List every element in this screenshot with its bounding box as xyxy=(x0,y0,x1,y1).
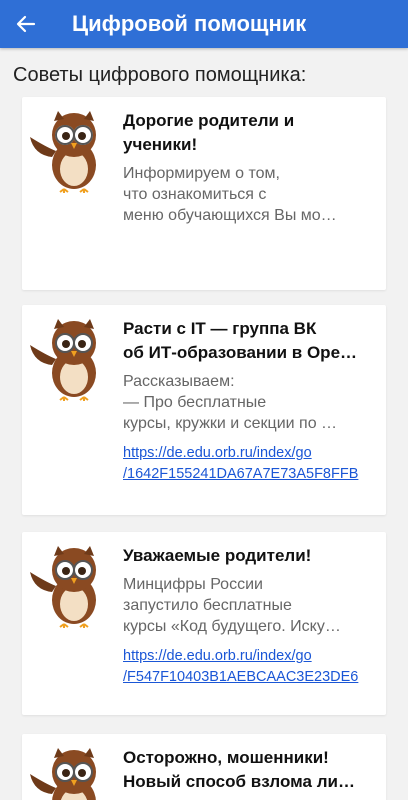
tip-link-line: /1642F155241DA67A7E73A5F8FFB xyxy=(123,466,359,482)
tip-text-line: Информируем о том, xyxy=(123,165,280,182)
tip-card[interactable]: Расти с IT — группа ВК об ИТ-образовании… xyxy=(22,305,386,515)
tip-text-line: Минцифры России xyxy=(123,576,263,593)
tip-text-line: меню обучающихся Вы мо… xyxy=(123,207,337,224)
tip-text-line: запустило бесплатные xyxy=(123,597,292,614)
tip-link-line: https://de.edu.orb.ru/index/go xyxy=(123,648,312,664)
tip-text: Рассказываем: — Про бесплатные курсы, кр… xyxy=(123,371,373,434)
back-button[interactable] xyxy=(0,0,52,48)
tip-card[interactable]: Уважаемые родители! Минцифры России запу… xyxy=(22,532,386,715)
tip-link-line: https://de.edu.orb.ru/index/go xyxy=(123,445,312,461)
owl-mascot-image xyxy=(30,748,96,800)
tip-card[interactable]: Осторожно, мошенники! Новый способ взлом… xyxy=(22,734,386,800)
app-title: Цифровой помощник xyxy=(72,11,307,36)
tip-link[interactable]: https://de.edu.orb.ru/index/go /F547F104… xyxy=(123,646,373,688)
tip-text: Минцифры России запустило бесплатные кур… xyxy=(123,574,373,637)
tip-text-line: — Про бесплатные xyxy=(123,394,267,411)
tip-title: Уважаемые родители! xyxy=(123,546,312,565)
owl-mascot-image xyxy=(30,319,96,401)
tip-card[interactable]: Дорогие родители и ученики! Информируем … xyxy=(22,97,386,290)
tip-text: Информируем о том, что ознакомиться с ме… xyxy=(123,163,373,226)
tip-text-line: что ознакомиться с xyxy=(123,186,267,203)
arrow-left-icon xyxy=(16,15,36,33)
tip-link-line: /F547F10403B1AEBCAAC3E23DE6 xyxy=(123,669,359,685)
tip-title: Осторожно, мошенники! xyxy=(123,748,329,767)
tip-title: Дорогие родители и xyxy=(123,111,295,130)
tip-text-line: курсы, кружки и секции по … xyxy=(123,415,338,432)
tip-link[interactable]: https://de.edu.orb.ru/index/go /1642F155… xyxy=(123,443,373,485)
app-bar: Цифровой помощник xyxy=(0,0,408,48)
tip-title: Новый способ взлома ли… xyxy=(123,772,355,791)
owl-mascot-image xyxy=(30,546,96,628)
tip-title: ученики! xyxy=(123,135,198,154)
tip-title: об ИТ-образовании в Оре… xyxy=(123,343,358,362)
owl-mascot-image xyxy=(30,111,96,193)
section-title: Советы цифрового помощника: xyxy=(13,64,307,86)
tip-text-line: Рассказываем: xyxy=(123,373,235,390)
tip-title: Расти с IT — группа ВК xyxy=(123,319,317,338)
tip-text-line: курсы «Код будущего. Иску… xyxy=(123,618,341,635)
